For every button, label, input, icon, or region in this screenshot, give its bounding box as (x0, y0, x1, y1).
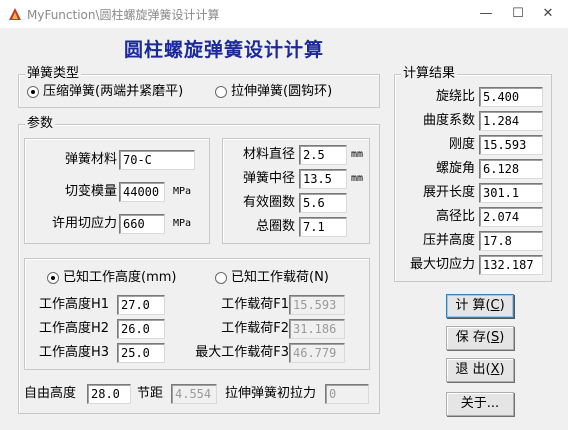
extension-radio[interactable] (215, 86, 227, 98)
known-height-radio[interactable] (47, 272, 59, 284)
result-label: 曲度系数 (422, 113, 475, 128)
material-input[interactable]: 70-C (119, 150, 195, 170)
f2-label: 工作载荷F2 (221, 321, 289, 336)
allow-shear-label: 许用切应力 (51, 216, 117, 231)
total-coils-input[interactable]: 7.1 (299, 217, 347, 237)
about-button[interactable]: 关于... (446, 392, 514, 416)
free-height-input[interactable]: 28.0 (87, 384, 131, 404)
spring-type-group: 弹簧类型 压缩弹簧(两端并紧磨平) 拉伸弹簧(圆钩环) (18, 66, 380, 108)
result-value[interactable]: 5.400 (479, 87, 543, 107)
f1-input: 15.593 (289, 295, 345, 315)
result-value[interactable]: 301.1 (479, 183, 543, 203)
results-group-title: 计算结果 (401, 66, 458, 82)
result-label: 最大切应力 (409, 257, 475, 272)
minimize-button[interactable]: — (474, 4, 498, 24)
pitch-input: 4.554 (171, 384, 217, 404)
h3-input[interactable]: 25.0 (117, 343, 165, 363)
save-button[interactable]: 保 存(S) (446, 326, 514, 350)
params-group-title: 参数 (25, 116, 56, 132)
wire-diameter-input[interactable]: 2.5 (299, 145, 347, 165)
result-value[interactable]: 132.187 (479, 255, 543, 275)
extension-label[interactable]: 拉伸弹簧(圆钩环) (231, 84, 332, 100)
save-button-hotkey: S (490, 330, 500, 345)
window-title: MyFunction\圆柱螺旋弹簧设计计算 (27, 8, 220, 22)
f3-label: 最大工作载荷F3 (195, 345, 289, 360)
geometry-box: 材料直径 2.5 mm 弹簧中径 13.5 mm 有效圈数 5.6 总圈数 7.… (222, 138, 370, 244)
result-value[interactable]: 2.074 (479, 207, 543, 227)
app-heading: 圆柱螺旋弹簧设计计算 (124, 39, 325, 61)
results-group: 计算结果 旋绕比 5.400 曲度系数 1.284 刚度 15.593 螺旋角 6.128 展开… (394, 66, 552, 282)
wire-diameter-label: 材料直径 (242, 147, 295, 162)
about-button-label: 关于... (460, 396, 500, 411)
h2-input[interactable]: 26.0 (117, 319, 165, 339)
free-height-label: 自由高度 (24, 386, 77, 401)
result-value[interactable]: 1.284 (479, 111, 543, 131)
result-label: 螺旋角 (435, 161, 475, 176)
dialog-client: 圆柱螺旋弹簧设计计算 弹簧类型 压缩弹簧(两端并紧磨平) 拉伸弹簧(圆钩环) 参… (0, 28, 568, 430)
f3-input: 46.779 (289, 343, 345, 363)
work-box: 已知工作高度(mm) 已知工作载荷(N) 工作高度H1 27.0 工作载荷F1 … (24, 258, 370, 370)
f1-label: 工作载荷F1 (221, 297, 289, 312)
spring-type-group-title: 弹簧类型 (25, 66, 82, 82)
result-label: 旋绕比 (435, 89, 475, 104)
app-icon (9, 8, 21, 20)
active-coils-input[interactable]: 5.6 (299, 193, 347, 213)
known-load-radio[interactable] (215, 272, 227, 284)
material-box: 弹簧材料 70-C 切变模量 44000 MPa 许用切应力 660 MPa (24, 138, 210, 244)
h2-label: 工作高度H2 (39, 321, 110, 336)
compression-radio[interactable] (27, 86, 39, 98)
material-label: 弹簧材料 (64, 152, 117, 167)
f2-input: 31.186 (289, 319, 345, 339)
shear-modulus-input[interactable]: 44000 (119, 182, 165, 202)
calculate-button-hotkey: C (490, 298, 500, 313)
wire-diameter-unit: mm (351, 149, 364, 160)
exit-button[interactable]: 退 出(X) (446, 358, 514, 382)
title-bar[interactable]: MyFunction\圆柱螺旋弹簧设计计算 — ☐ ✕ (0, 0, 568, 28)
allow-shear-unit: MPa (173, 218, 192, 229)
allow-shear-input[interactable]: 660 (119, 214, 165, 234)
pitch-label: 节距 (137, 386, 164, 401)
result-value[interactable]: 17.8 (479, 231, 543, 251)
result-value[interactable]: 6.128 (479, 159, 543, 179)
result-label: 展开长度 (422, 185, 475, 200)
calculate-button-label: 计 算 (455, 298, 486, 313)
known-load-label[interactable]: 已知工作载荷(N) (231, 270, 329, 286)
params-group: 参数 弹簧材料 70-C 切变模量 44000 MPa 许用切应力 660 MP… (18, 116, 380, 414)
save-button-label: 保 存 (455, 330, 486, 345)
shear-modulus-unit: MPa (173, 186, 192, 197)
close-button[interactable]: ✕ (536, 4, 560, 24)
calculate-button[interactable]: 计 算(C) (446, 294, 514, 318)
result-label: 高径比 (435, 209, 475, 224)
result-value[interactable]: 15.593 (479, 135, 543, 155)
h1-label: 工作高度H1 (39, 297, 110, 312)
mean-diameter-unit: mm (351, 173, 364, 184)
compression-label[interactable]: 压缩弹簧(两端并紧磨平) (43, 84, 183, 100)
exit-button-hotkey: X (490, 362, 500, 377)
result-label: 压并高度 (422, 233, 475, 248)
total-coils-label: 总圈数 (255, 219, 295, 234)
result-label: 刚度 (448, 137, 475, 152)
h1-input[interactable]: 27.0 (117, 295, 165, 315)
known-height-label[interactable]: 已知工作高度(mm) (63, 270, 176, 286)
shear-modulus-label: 切变模量 (64, 184, 117, 199)
initial-tension-label: 拉伸弹簧初拉力 (225, 386, 317, 401)
mean-diameter-input[interactable]: 13.5 (299, 169, 347, 189)
h3-label: 工作高度H3 (39, 345, 110, 360)
active-coils-label: 有效圈数 (242, 195, 295, 210)
mean-diameter-label: 弹簧中径 (242, 171, 295, 186)
maximize-button[interactable]: ☐ (506, 4, 530, 24)
exit-button-label: 退 出 (455, 362, 486, 377)
initial-tension-input: 0 (325, 384, 369, 404)
